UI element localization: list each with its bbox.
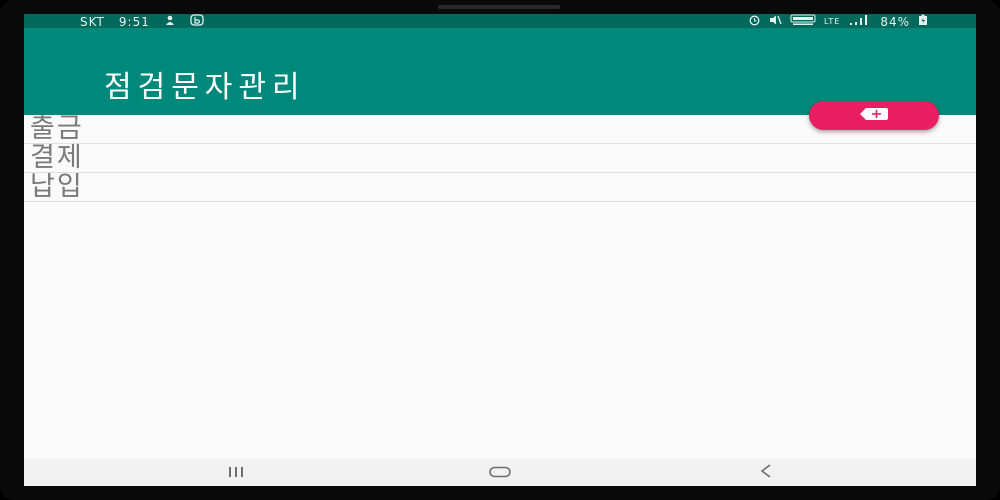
status-bar: SKT 9:51 LTE 84% [24,14,976,29]
add-button[interactable] [809,101,939,130]
back-icon [758,463,774,482]
list-item-label: 출금 [30,115,84,144]
recent-apps-icon [226,463,246,482]
label-add-icon [859,106,889,125]
home-icon [488,463,512,482]
clock: 9:51 [118,15,150,29]
recent-apps-button[interactable] [206,458,266,486]
back-button[interactable] [736,458,796,486]
page-title: 점검문자관리 [104,70,306,105]
carrier-label: SKT [80,15,105,29]
system-nav-bar [24,458,976,486]
list-item[interactable]: 결제 [24,144,976,173]
speaker-grille [438,5,560,9]
screen: SKT 9:51 LTE 84% 점검문자관리 출금 결제 납입 [24,14,976,486]
phone-frame: SKT 9:51 LTE 84% 점검문자관리 출금 결제 납입 [0,0,1000,500]
list-item-label: 결제 [30,144,84,173]
list-item-label: 납입 [30,173,84,202]
battery-percent: 84% [880,15,910,29]
list-item[interactable]: 납입 [24,173,976,202]
home-button[interactable] [470,458,530,486]
network-type-label: LTE [824,17,841,26]
